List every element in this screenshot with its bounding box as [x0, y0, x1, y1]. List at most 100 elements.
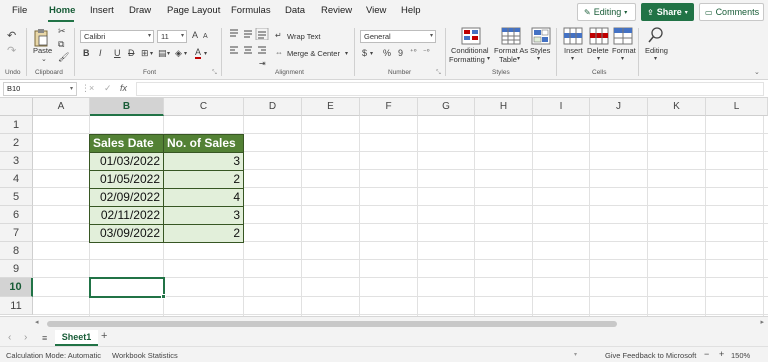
workbook-statistics[interactable]: Workbook Statistics	[112, 351, 178, 360]
merge-center-icon[interactable]: ⇔	[275, 49, 283, 57]
wrap-text-icon[interactable]: ↵	[275, 32, 282, 40]
chevron-down-icon[interactable]: ▾	[184, 51, 187, 57]
column-header-g[interactable]: G	[418, 98, 475, 116]
chevron-down-icon[interactable]: ▾	[574, 351, 577, 358]
menu-review[interactable]: Review	[321, 5, 352, 16]
styles-label[interactable]: Styles	[530, 46, 550, 55]
dialog-launcher-icon[interactable]: ⤡	[436, 70, 441, 76]
cancel-icon[interactable]: ×	[89, 83, 94, 93]
cell-styles-gallery-icon[interactable]	[531, 27, 551, 45]
chevron-down-icon[interactable]: ⌄	[41, 56, 47, 63]
column-header-i[interactable]: I	[533, 98, 590, 116]
row-header-3[interactable]: 3	[0, 152, 33, 170]
editing-mode-button[interactable]: ✎ Editing ▾	[577, 3, 636, 21]
zoom-in-button[interactable]: +	[719, 349, 724, 359]
table-header-no-of-sales[interactable]: No. of Sales	[163, 134, 244, 153]
format-as-table-icon[interactable]	[501, 27, 521, 45]
row-header-1[interactable]: 1	[0, 116, 33, 134]
feedback-link[interactable]: Give Feedback to Microsoft	[605, 351, 696, 360]
format-as-table-line1[interactable]: Format As	[494, 46, 528, 55]
column-header-b[interactable]: B	[90, 98, 164, 116]
chevron-down-icon[interactable]: ▾	[370, 51, 373, 57]
number-format-dropdown[interactable]: General ▾	[360, 30, 436, 43]
menu-insert[interactable]: Insert	[90, 5, 114, 16]
row-header-2[interactable]: 2	[0, 134, 33, 152]
column-header-d[interactable]: D	[244, 98, 302, 116]
copy-icon[interactable]: ⧉	[58, 40, 64, 49]
font-color-icon[interactable]: A	[195, 48, 202, 59]
table-cell-sales[interactable]: 3	[163, 152, 244, 171]
menu-draw[interactable]: Draw	[129, 5, 151, 16]
table-cell-date[interactable]: 02/11/2022	[89, 206, 164, 225]
horizontal-alignment-icons[interactable]	[228, 45, 272, 57]
format-painter-icon[interactable]: 🖌	[58, 53, 69, 62]
column-header-l[interactable]: L	[706, 98, 768, 116]
scroll-right-icon[interactable]: ▸	[760, 318, 764, 326]
table-header-sales-date[interactable]: Sales Date	[89, 134, 164, 153]
column-header-j[interactable]: J	[590, 98, 648, 116]
table-cell-sales[interactable]: 3	[163, 206, 244, 225]
delete-cells-label[interactable]: Delete	[587, 46, 609, 55]
borders-icon[interactable]: ⊞	[141, 49, 149, 58]
bold-button[interactable]: B	[83, 49, 90, 58]
table-cell-sales[interactable]: 4	[163, 188, 244, 207]
comments-button[interactable]: ▭ Comments	[699, 3, 764, 21]
table-cell-date[interactable]: 03/09/2022	[89, 224, 164, 243]
cell-styles-icon[interactable]: ▤	[158, 49, 167, 58]
table-cell-sales[interactable]: 2	[163, 170, 244, 189]
formula-input[interactable]	[136, 82, 764, 96]
chevron-down-icon[interactable]: ▾	[517, 56, 520, 62]
chevron-down-icon[interactable]: ▾	[204, 51, 207, 57]
comma-style-button[interactable]: 9	[398, 49, 403, 58]
table-cell-sales[interactable]: 2	[163, 224, 244, 243]
font-name-dropdown[interactable]: Calibri ▾	[80, 30, 154, 43]
vertical-alignment-icons[interactable]	[228, 28, 272, 40]
redo-icon[interactable]: ↷	[7, 46, 16, 57]
menu-data[interactable]: Data	[285, 5, 305, 16]
increase-decimal-icon[interactable]: ⁺⁰	[410, 49, 417, 56]
row-header-4[interactable]: 4	[0, 170, 33, 188]
shrink-font-icon[interactable]: A	[203, 33, 208, 40]
menu-help[interactable]: Help	[401, 5, 421, 16]
menu-view[interactable]: View	[366, 5, 386, 16]
column-header-c[interactable]: C	[164, 98, 244, 116]
table-cell-date[interactable]: 01/03/2022	[89, 152, 164, 171]
chevron-down-icon[interactable]: ▾	[621, 56, 624, 62]
row-header-7[interactable]: 7	[0, 224, 33, 242]
conditional-formatting-line2[interactable]: Formatting	[449, 55, 485, 64]
percent-button[interactable]: %	[383, 49, 391, 58]
share-button[interactable]: ⇪ Share ▾	[641, 3, 694, 21]
wrap-text-label[interactable]: Wrap Text	[287, 32, 321, 41]
insert-function-icon[interactable]: fx	[120, 83, 127, 93]
insert-cells-label[interactable]: Insert	[564, 46, 583, 55]
row-header-6[interactable]: 6	[0, 206, 33, 224]
conditional-formatting-icon[interactable]	[461, 27, 481, 45]
row-header-9[interactable]: 9	[0, 260, 33, 278]
grow-font-icon[interactable]: A	[192, 31, 198, 40]
indent-icon[interactable]: ⇥	[259, 60, 266, 68]
calculation-mode[interactable]: Calculation Mode: Automatic	[6, 351, 101, 360]
menu-home[interactable]: Home	[49, 5, 75, 16]
currency-button[interactable]: $	[362, 49, 367, 58]
scroll-left-icon[interactable]: ◂	[35, 318, 39, 326]
format-cells-label[interactable]: Format	[612, 46, 636, 55]
table-cell-date[interactable]: 02/09/2022	[89, 188, 164, 207]
row-header-5[interactable]: 5	[0, 188, 33, 206]
sheet-tab-sheet1[interactable]: Sheet1	[55, 330, 98, 346]
decrease-decimal-icon[interactable]: ⁻⁰	[423, 49, 430, 56]
editing-group-label[interactable]: Editing	[645, 46, 668, 55]
chevron-down-icon[interactable]: ▾	[537, 56, 540, 62]
zoom-level[interactable]: 150%	[731, 351, 750, 360]
column-header-a[interactable]: A	[33, 98, 90, 116]
dialog-launcher-icon[interactable]: ⤡	[212, 70, 217, 76]
chevron-down-icon[interactable]: ▾	[487, 56, 490, 62]
search-icon[interactable]	[647, 26, 665, 46]
next-sheet-icon[interactable]: ›	[24, 332, 27, 343]
format-cells-icon[interactable]	[613, 27, 633, 45]
row-header-11[interactable]: 11	[0, 297, 33, 315]
underline-button[interactable]: U	[114, 49, 121, 58]
horizontal-scroll-thumb[interactable]	[47, 321, 617, 327]
cut-icon[interactable]: ✂	[58, 27, 66, 36]
font-size-dropdown[interactable]: 11 ▾	[157, 30, 187, 43]
name-box[interactable]: B10 ▾	[3, 82, 77, 96]
